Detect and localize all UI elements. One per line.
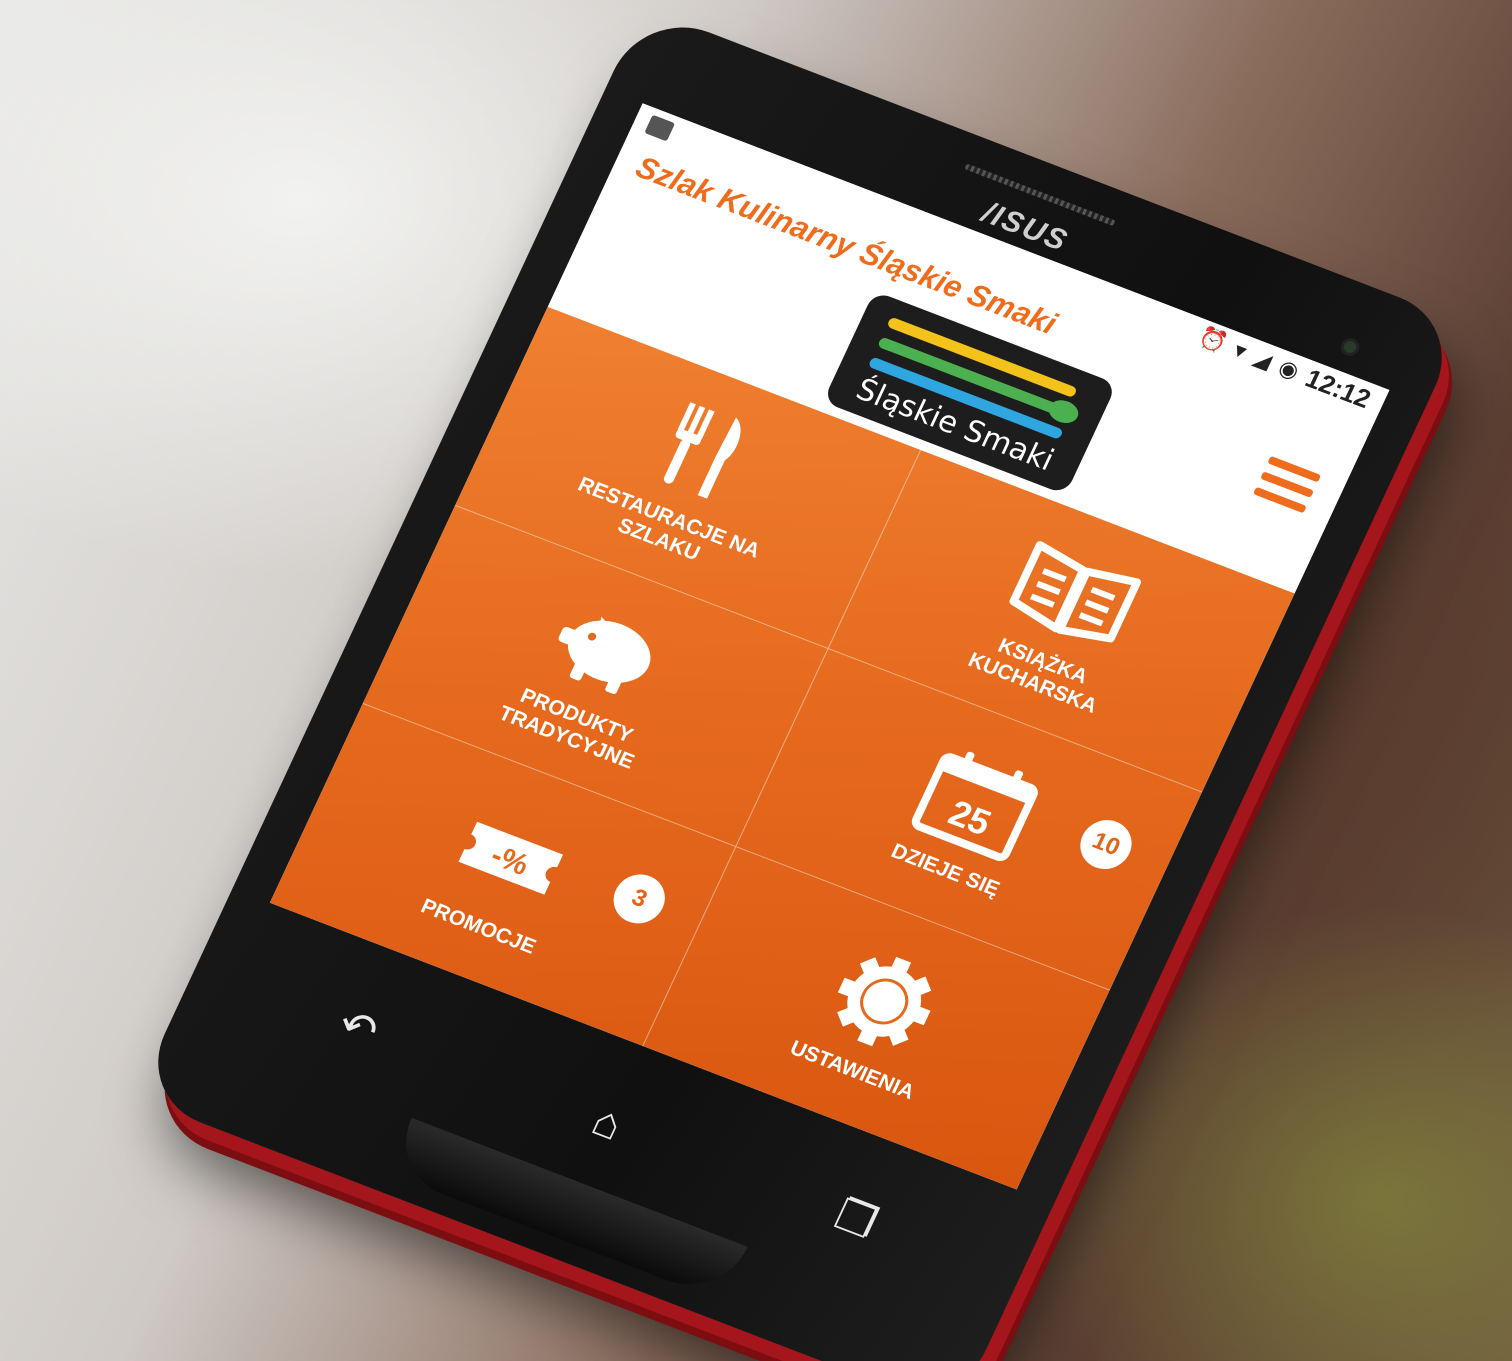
- notification-icon: [644, 114, 676, 142]
- alarm-icon: ⏰: [1195, 323, 1232, 357]
- signal-icon: ◢: [1249, 344, 1277, 374]
- battery-icon: ◉: [1274, 354, 1304, 384]
- wifi-icon: ▾: [1230, 337, 1251, 364]
- back-button[interactable]: ↶: [311, 983, 406, 1072]
- phone: /ISUS ⏰ ▾ ◢ ◉ 12:12 Szlak Kulinarny Śląs…: [135, 7, 1465, 1361]
- events-count-badge: 10: [1072, 812, 1141, 876]
- promotions-count-badge: 3: [605, 867, 674, 931]
- hamburger-menu-icon[interactable]: [1252, 455, 1322, 514]
- recents-button[interactable]: ❐: [809, 1175, 904, 1264]
- home-button[interactable]: ⌂: [560, 1079, 655, 1168]
- scene: /ISUS ⏰ ▾ ◢ ◉ 12:12 Szlak Kulinarny Śląs…: [0, 0, 1512, 1361]
